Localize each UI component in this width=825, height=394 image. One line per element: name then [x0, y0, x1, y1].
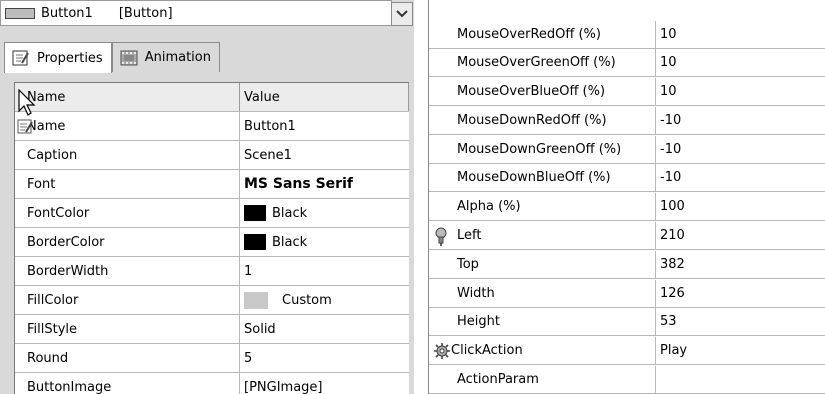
- property-row[interactable]: BorderWidth 1: [15, 257, 409, 286]
- property-value[interactable]: Black: [272, 206, 307, 221]
- tab-bar: Properties Animation: [4, 42, 220, 73]
- property-value[interactable]: 382: [660, 257, 685, 272]
- property-value[interactable]: [PNGImage]: [244, 380, 323, 394]
- property-row[interactable]: Font MS Sans Serif: [15, 170, 409, 199]
- properties-icon: [17, 119, 33, 134]
- property-name: Left: [457, 228, 482, 243]
- property-value[interactable]: 210: [660, 228, 685, 243]
- property-row[interactable]: MouseDownRedOff (%) -10: [429, 107, 825, 135]
- properties-panel: Button1 [Button] Properties Animation Na…: [0, 0, 414, 394]
- property-name: ClickAction: [451, 343, 523, 358]
- property-row[interactable]: MouseDownBlueOff (%) -10: [429, 164, 825, 192]
- property-name: MouseDownGreenOff (%): [457, 142, 622, 157]
- property-name: Height: [457, 314, 500, 329]
- property-value[interactable]: -10: [660, 142, 681, 157]
- column-header-value[interactable]: Value: [240, 83, 409, 111]
- property-value[interactable]: Custom: [282, 293, 332, 308]
- property-name: BorderColor: [27, 234, 105, 250]
- property-value[interactable]: 100: [660, 199, 685, 214]
- property-name: Font: [27, 176, 56, 192]
- property-name: MouseOverBlueOff (%): [457, 84, 606, 99]
- property-grid-continued: MouseOverRedOff (%) 10 MouseOverGreenOff…: [428, 0, 825, 394]
- property-row[interactable]: ActionParam: [429, 366, 825, 394]
- button-object-icon: [5, 7, 35, 19]
- property-name: MouseOverRedOff (%): [457, 27, 601, 42]
- selected-object-type: [Button]: [118, 5, 173, 21]
- property-value[interactable]: Solid: [244, 322, 276, 337]
- property-row[interactable]: Width 126: [429, 280, 825, 308]
- object-selector[interactable]: Button1 [Button]: [0, 0, 392, 26]
- property-row[interactable]: ButtonImage [PNGImage]: [15, 373, 409, 394]
- property-row[interactable]: FontColor Black: [15, 199, 409, 228]
- properties-icon: [12, 50, 29, 66]
- tab-label: Animation: [144, 50, 211, 65]
- property-row[interactable]: Alpha (%) 100: [429, 193, 825, 221]
- property-row[interactable]: BorderColor Black: [15, 228, 409, 257]
- column-header-name[interactable]: Name: [15, 83, 240, 116]
- property-value[interactable]: 5: [244, 351, 252, 366]
- property-row[interactable]: Height 53: [429, 308, 825, 336]
- color-swatch: [244, 291, 268, 309]
- property-row[interactable]: Left 210: [429, 222, 825, 250]
- header-label: Value: [244, 89, 280, 105]
- color-swatch: [244, 234, 266, 250]
- property-row[interactable]: FillColor Custom: [15, 286, 409, 315]
- property-row[interactable]: MouseOverGreenOff (%) 10: [429, 49, 825, 77]
- property-row[interactable]: Round 5: [15, 344, 409, 373]
- selected-object-name: Button1: [41, 5, 93, 21]
- tab-properties[interactable]: Properties: [4, 42, 112, 73]
- tab-label: Properties: [37, 50, 103, 66]
- property-name: Alpha (%): [457, 199, 521, 214]
- property-name: Top: [457, 257, 479, 272]
- property-row[interactable]: Caption Scene1: [15, 141, 409, 170]
- pin-icon: [435, 227, 447, 246]
- property-row[interactable]: ClickAction Play: [429, 337, 825, 365]
- property-value[interactable]: 53: [660, 314, 677, 329]
- property-row[interactable]: MouseDownGreenOff (%) -10: [429, 136, 825, 164]
- grid-header: Name Value: [15, 83, 409, 116]
- property-name: FillStyle: [27, 321, 78, 337]
- property-name: MouseDownRedOff (%): [457, 113, 607, 128]
- property-name: Width: [457, 286, 495, 301]
- property-name: BorderWidth: [27, 263, 109, 279]
- property-name: FontColor: [27, 205, 90, 221]
- property-row[interactable]: Top 382: [429, 251, 825, 279]
- property-name: ActionParam: [457, 372, 539, 387]
- animation-icon: [120, 50, 138, 65]
- property-value[interactable]: Play: [660, 343, 687, 358]
- property-grid: Name Value Name Button1 Caption Scene1 F…: [14, 82, 409, 394]
- property-value[interactable]: 1: [244, 264, 252, 279]
- property-value[interactable]: 10: [660, 84, 677, 99]
- gear-icon: [434, 343, 450, 359]
- property-row[interactable]: MouseOverRedOff (%) 10: [429, 21, 825, 49]
- chevron-down-icon[interactable]: [391, 2, 413, 26]
- property-name: ButtonImage: [27, 379, 112, 394]
- property-row[interactable]: Name Button1: [15, 112, 409, 141]
- property-name: MouseDownBlueOff (%): [457, 170, 611, 185]
- property-value[interactable]: 10: [660, 55, 677, 70]
- property-row[interactable]: FillStyle Solid: [15, 315, 409, 344]
- property-value[interactable]: -10: [660, 113, 681, 128]
- property-value[interactable]: Black: [272, 235, 307, 250]
- color-swatch: [244, 205, 266, 221]
- property-name: Caption: [27, 147, 78, 163]
- property-value[interactable]: 10: [660, 27, 677, 42]
- property-name: FillColor: [27, 292, 79, 308]
- property-name: MouseOverGreenOff (%): [457, 55, 616, 70]
- property-row[interactable]: MouseOverBlueOff (%) 10: [429, 78, 825, 106]
- property-value[interactable]: MS Sans Serif: [244, 176, 353, 192]
- property-value[interactable]: -10: [660, 170, 681, 185]
- tab-animation[interactable]: Animation: [111, 42, 220, 72]
- property-name: Round: [27, 350, 69, 366]
- property-value[interactable]: 126: [660, 286, 685, 301]
- property-value[interactable]: Button1: [244, 119, 296, 134]
- property-value[interactable]: Scene1: [244, 148, 292, 163]
